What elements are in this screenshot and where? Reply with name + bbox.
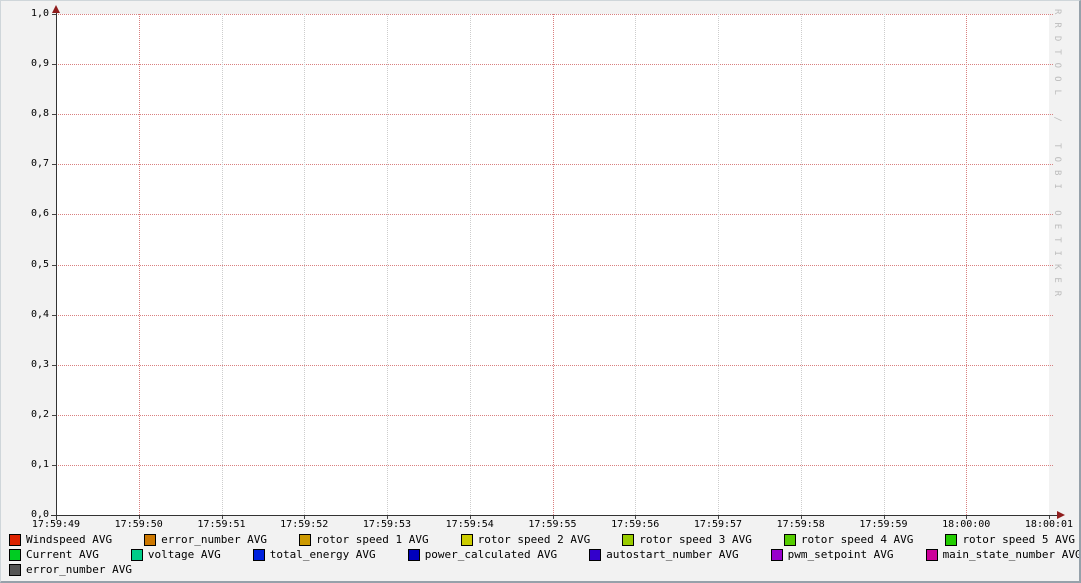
x-axis (51, 515, 1057, 516)
legend-swatch-icon (945, 534, 957, 546)
legend-swatch-icon (926, 549, 938, 561)
y-gridline (56, 164, 1053, 165)
legend-label: Current AVG (26, 548, 99, 561)
y-axis-tick-label: 0,7 (3, 158, 49, 170)
legend-swatch-icon (144, 534, 156, 546)
legend-label: rotor speed 4 AVG (801, 533, 914, 546)
y-axis-tick-label: 0,6 (3, 208, 49, 220)
legend-item: rotor speed 2 AVG (461, 533, 591, 546)
legend-row: error_number AVG (9, 562, 1081, 577)
x-axis-tick-label: 17:59:49 (16, 519, 96, 531)
legend-swatch-icon (9, 564, 21, 576)
x-gridline-minor (470, 14, 471, 515)
legend-item: error_number AVG (144, 533, 267, 546)
legend-swatch-icon (299, 534, 311, 546)
legend-item: total_energy AVG (253, 548, 376, 561)
legend-label: autostart_number AVG (606, 548, 738, 561)
legend-item: rotor speed 5 AVG (945, 533, 1075, 546)
legend-swatch-icon (9, 549, 21, 561)
legend-swatch-icon (784, 534, 796, 546)
legend-item: rotor speed 4 AVG (784, 533, 914, 546)
legend-label: voltage AVG (148, 548, 221, 561)
legend-item: power_calculated AVG (408, 548, 557, 561)
y-axis-tick-label: 0,3 (3, 359, 49, 371)
y-gridline (56, 214, 1053, 215)
legend-label: pwm_setpoint AVG (788, 548, 894, 561)
legend-label: rotor speed 3 AVG (639, 533, 752, 546)
x-axis-tick-label: 17:59:57 (678, 519, 758, 531)
legend-item: pwm_setpoint AVG (771, 548, 894, 561)
watermark: RRDTOOL / TOBI OETIKER (1052, 9, 1062, 339)
legend-swatch-icon (461, 534, 473, 546)
x-gridline-minor (222, 14, 223, 515)
legend-label: error_number AVG (161, 533, 267, 546)
x-axis-tick-label: 17:59:55 (513, 519, 593, 531)
legend-label: power_calculated AVG (425, 548, 557, 561)
x-axis-tick-label: 18:00:00 (926, 519, 1006, 531)
legend-item: Windspeed AVG (9, 533, 112, 546)
y-axis (56, 10, 57, 520)
y-gridline (56, 64, 1053, 65)
legend-label: total_energy AVG (270, 548, 376, 561)
y-gridline (56, 14, 1053, 15)
legend-label: Windspeed AVG (26, 533, 112, 546)
legend-swatch-icon (253, 549, 265, 561)
y-gridline (56, 365, 1053, 366)
x-gridline-minor (801, 14, 802, 515)
x-gridline-minor (718, 14, 719, 515)
legend-item: rotor speed 3 AVG (622, 533, 752, 546)
legend: Windspeed AVG error_number AVG rotor speed… (9, 532, 1081, 577)
x-axis-tick-label: 17:59:54 (430, 519, 510, 531)
legend-swatch-icon (622, 534, 634, 546)
legend-label: rotor speed 5 AVG (962, 533, 1075, 546)
x-axis-tick-label: 17:59:50 (99, 519, 179, 531)
legend-row: Windspeed AVG error_number AVG rotor speed… (9, 532, 1081, 547)
x-gridline-minor (304, 14, 305, 515)
legend-label: error_number AVG (26, 563, 132, 576)
y-gridline (56, 465, 1053, 466)
x-axis-tick-label: 17:59:58 (761, 519, 841, 531)
rrd-graph: 1,00,90,80,70,60,50,40,30,20,10,0 17:59:… (0, 0, 1081, 583)
legend-swatch-icon (408, 549, 420, 561)
x-axis-tick-label: 18:00:01 (1009, 519, 1081, 531)
legend-swatch-icon (131, 549, 143, 561)
y-gridline (56, 265, 1053, 266)
x-gridline-major (139, 14, 140, 515)
y-axis-tick-label: 0,4 (3, 309, 49, 321)
y-axis-tick-label: 0,5 (3, 259, 49, 271)
y-axis-tick-label: 0,2 (3, 409, 49, 421)
x-gridline-major (966, 14, 967, 515)
legend-label: rotor speed 1 AVG (316, 533, 429, 546)
legend-swatch-icon (589, 549, 601, 561)
y-axis-arrow-icon (52, 5, 60, 13)
y-axis-tick-label: 0,8 (3, 108, 49, 120)
legend-row: Current AVG voltage AVG total_energy AVG po… (9, 547, 1081, 562)
legend-item: Current AVG (9, 548, 99, 561)
x-axis-tick-label: 17:59:51 (182, 519, 262, 531)
legend-label: rotor speed 2 AVG (478, 533, 591, 546)
x-axis-tick-label: 17:59:59 (844, 519, 924, 531)
x-gridline-minor (884, 14, 885, 515)
x-gridline-major (553, 14, 554, 515)
legend-item: rotor speed 1 AVG (299, 533, 429, 546)
y-axis-tick-label: 1,0 (3, 8, 49, 20)
y-gridline (56, 415, 1053, 416)
legend-item: autostart_number AVG (589, 548, 738, 561)
legend-item: voltage AVG (131, 548, 221, 561)
legend-label: main_state_number AVG (943, 548, 1081, 561)
legend-swatch-icon (771, 549, 783, 561)
x-axis-tick-label: 17:59:53 (347, 519, 427, 531)
legend-item: main_state_number AVG (926, 548, 1081, 561)
legend-item: error_number AVG (9, 563, 132, 576)
x-axis-tick-label: 17:59:52 (264, 519, 344, 531)
y-axis-tick-label: 0,9 (3, 58, 49, 70)
legend-swatch-icon (9, 534, 21, 546)
y-gridline (56, 315, 1053, 316)
x-axis-tick-label: 17:59:56 (595, 519, 675, 531)
y-gridline (56, 114, 1053, 115)
x-gridline-minor (387, 14, 388, 515)
y-axis-tick-label: 0,1 (3, 459, 49, 471)
x-axis-arrow-icon (1057, 511, 1065, 519)
x-gridline-minor (635, 14, 636, 515)
